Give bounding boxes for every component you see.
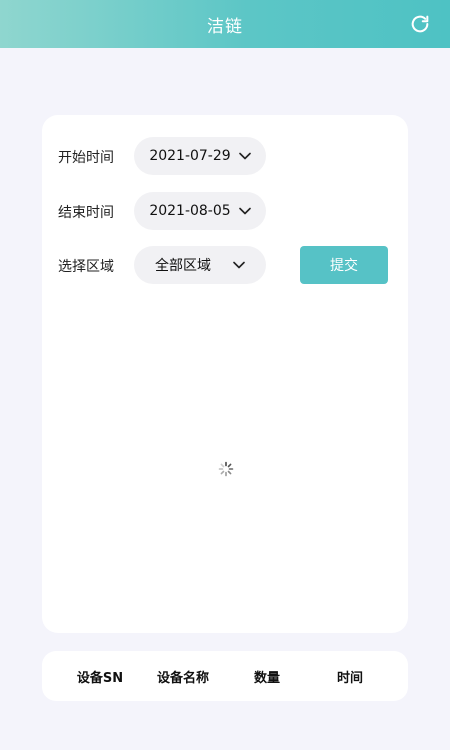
start-date-row: 开始时间 2021-07-29: [42, 137, 408, 175]
column-header-device-sn: 设备SN: [76, 671, 124, 686]
column-header-quantity: 数量: [253, 671, 281, 686]
loading-spinner-icon: [218, 461, 234, 477]
submit-button[interactable]: 提交: [300, 246, 388, 284]
top-bar: 洁链: [0, 0, 450, 48]
filter-card: 开始时间 2021-07-29 结束时间 2021-08-05 选择区域 全部区…: [42, 115, 408, 633]
start-date-value: 2021-07-29: [149, 148, 231, 164]
chevron-down-icon: [238, 152, 251, 160]
column-header-device-name: 设备名称: [156, 671, 210, 686]
end-date-picker[interactable]: 2021-08-05: [134, 192, 266, 230]
refresh-icon[interactable]: [408, 12, 432, 36]
start-date-label: 开始时间: [58, 150, 114, 166]
region-value: 全部区域: [155, 258, 211, 274]
app-screen: 洁链 开始时间 2021-07-29 结束时间 2021-08-05 选择区域: [0, 0, 450, 750]
end-date-row: 结束时间 2021-08-05: [42, 192, 408, 230]
chevron-down-icon: [233, 261, 245, 269]
region-select[interactable]: 全部区域: [134, 246, 266, 284]
start-date-picker[interactable]: 2021-07-29: [134, 137, 266, 175]
chevron-down-icon: [238, 207, 251, 215]
end-date-label: 结束时间: [58, 205, 114, 221]
column-header-time: 时间: [336, 671, 364, 686]
region-label: 选择区域: [58, 259, 114, 275]
page-title: 洁链: [207, 16, 243, 37]
table-header: 设备SN 设备名称 数量 时间: [42, 651, 408, 701]
end-date-value: 2021-08-05: [149, 203, 231, 219]
